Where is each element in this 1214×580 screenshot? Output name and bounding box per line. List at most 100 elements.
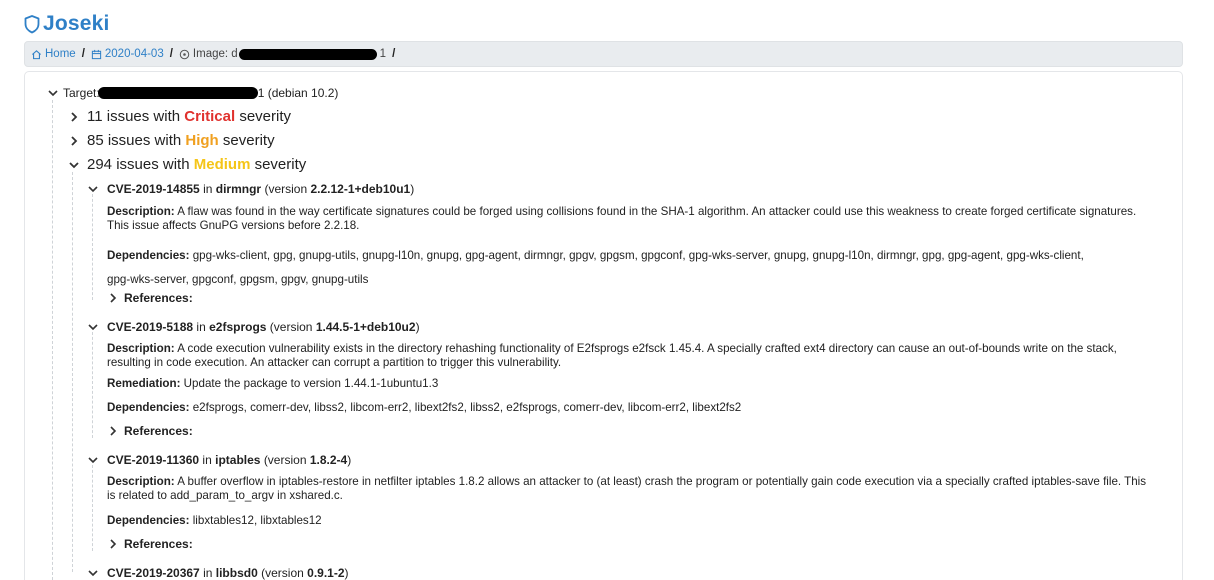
cve-dependencies: Dependencies: e2fsprogs, comerr-dev, lib… bbox=[107, 401, 1152, 415]
calendar-icon bbox=[91, 49, 102, 59]
cve-dependencies: Dependencies: gpg-wks-client, gpg, gnupg… bbox=[107, 244, 1152, 292]
tree-guide bbox=[92, 332, 93, 438]
severity-count: 11 issues with bbox=[87, 108, 181, 125]
dependencies-label: Dependencies: bbox=[107, 514, 190, 527]
chevron-down-icon[interactable] bbox=[47, 87, 59, 99]
description-text: A code execution vulnerability exists in… bbox=[107, 342, 1117, 369]
tree-guide bbox=[92, 194, 93, 300]
cve-remediation: Remediation: Update the package to versi… bbox=[107, 377, 1152, 391]
references-label: References: bbox=[124, 537, 193, 551]
app-title[interactable]: Joseki bbox=[43, 12, 110, 36]
cve-package: libbsd0 bbox=[215, 566, 258, 580]
breadcrumb-image: Image: d 1 bbox=[179, 48, 386, 60]
dependencies-text: gpg-wks-client, gpg, gnupg-utils, gnupg-… bbox=[192, 249, 1084, 262]
severity-group-critical[interactable]: 11 issues with Critical severity bbox=[68, 108, 291, 125]
chevron-down-icon[interactable] bbox=[87, 567, 99, 579]
tree-guide bbox=[72, 172, 73, 572]
breadcrumb-home[interactable]: Home bbox=[31, 48, 76, 60]
breadcrumb-date[interactable]: 2020-04-03 bbox=[91, 48, 164, 60]
cve-version-suffix: ) bbox=[347, 453, 352, 467]
breadcrumb-separator: / bbox=[169, 48, 173, 60]
severity-level-critical: Critical bbox=[184, 108, 236, 125]
cve-id: CVE-2019-20367 bbox=[107, 566, 200, 580]
description-text: A flaw was found in the way certificate … bbox=[107, 205, 1137, 232]
chevron-right-icon[interactable] bbox=[107, 292, 119, 304]
breadcrumb-separator: / bbox=[392, 48, 396, 60]
chevron-right-icon[interactable] bbox=[107, 425, 119, 437]
chevron-down-icon[interactable] bbox=[87, 454, 99, 466]
description-label: Description: bbox=[107, 342, 175, 355]
cve-in-text: in bbox=[203, 566, 213, 580]
app-header: Joseki bbox=[24, 12, 110, 36]
redaction-mark bbox=[238, 48, 377, 60]
chevron-right-icon[interactable] bbox=[107, 538, 119, 550]
cve-version-suffix: ) bbox=[415, 320, 420, 334]
cve-version: 0.9.1-2 bbox=[307, 566, 345, 580]
remediation-label: Remediation: bbox=[107, 377, 181, 390]
severity-level-high: High bbox=[185, 132, 219, 149]
breadcrumb-home-label: Home bbox=[45, 48, 76, 60]
cve-item-header[interactable]: CVE-2019-11360 in iptables (version 1.8.… bbox=[87, 453, 351, 467]
cve-version: 1.8.2-4 bbox=[309, 453, 348, 467]
cve-package: dirmngr bbox=[215, 182, 262, 196]
tree-guide bbox=[52, 100, 53, 580]
target-row[interactable]: Target: 1 (debian 10.2) bbox=[47, 86, 338, 100]
cve-version-prefix: (version bbox=[264, 182, 308, 196]
cve-id: CVE-2019-11360 bbox=[107, 453, 200, 467]
cve-id: CVE-2019-14855 bbox=[107, 182, 200, 196]
description-text: A buffer overflow in iptables-restore in… bbox=[107, 475, 1147, 502]
target-suffix: 1 (debian 10.2) bbox=[257, 86, 339, 100]
references-toggle[interactable]: References: bbox=[107, 291, 193, 305]
cve-item-header[interactable]: CVE-2019-5188 in e2fsprogs (version 1.44… bbox=[87, 320, 420, 334]
references-label: References: bbox=[124, 424, 193, 438]
cve-item-header[interactable]: CVE-2019-14855 in dirmngr (version 2.2.1… bbox=[87, 182, 414, 196]
description-label: Description: bbox=[107, 475, 175, 488]
cve-item-header[interactable]: CVE-2019-20367 in libbsd0 (version 0.9.1… bbox=[87, 566, 349, 580]
cve-version-prefix: (version bbox=[263, 453, 307, 467]
breadcrumb-image-label: Image: d bbox=[192, 48, 238, 60]
chevron-down-icon[interactable] bbox=[87, 183, 99, 195]
severity-group-medium[interactable]: 294 issues with Medium severity bbox=[68, 156, 306, 173]
cve-dependencies: Dependencies: libxtables12, libxtables12 bbox=[107, 514, 1152, 528]
breadcrumb: Home / 2020-04-03 / Image: d 1 / bbox=[24, 41, 1183, 67]
home-icon bbox=[32, 49, 41, 59]
cve-package: e2fsprogs bbox=[209, 320, 267, 334]
remediation-text: Update the package to version 1.44.1-1ub… bbox=[183, 377, 439, 390]
breadcrumb-date-label: 2020-04-03 bbox=[104, 48, 164, 60]
description-label: Description: bbox=[107, 205, 175, 218]
cve-version-suffix: ) bbox=[410, 182, 415, 196]
severity-count: 294 issues with bbox=[87, 156, 190, 173]
cve-version: 2.2.12-1+deb10u1 bbox=[310, 182, 411, 196]
chevron-down-icon[interactable] bbox=[68, 159, 80, 171]
cve-version-prefix: (version bbox=[269, 320, 313, 334]
cve-description: Description: A buffer overflow in iptabl… bbox=[107, 475, 1152, 503]
shield-icon bbox=[24, 14, 40, 33]
cve-in-text: in bbox=[203, 182, 213, 196]
cve-version-prefix: (version bbox=[261, 566, 304, 580]
breadcrumb-separator: / bbox=[81, 48, 85, 60]
cve-version-suffix: ) bbox=[344, 566, 349, 580]
references-toggle[interactable]: References: bbox=[107, 424, 193, 438]
dependencies-label: Dependencies: bbox=[107, 401, 190, 414]
chevron-right-icon[interactable] bbox=[68, 135, 80, 147]
severity-suffix: severity bbox=[239, 108, 291, 125]
chevron-right-icon[interactable] bbox=[68, 111, 80, 123]
dependencies-text-cont: gpg-wks-server, gpgconf, gpgsm, gpgv, gn… bbox=[107, 273, 369, 286]
severity-group-high[interactable]: 85 issues with High severity bbox=[68, 132, 275, 149]
redaction-mark bbox=[97, 87, 258, 99]
dependencies-label: Dependencies: bbox=[107, 249, 190, 262]
chevron-down-icon[interactable] bbox=[87, 321, 99, 333]
target-prefix: Target: bbox=[63, 86, 100, 100]
references-toggle[interactable]: References: bbox=[107, 537, 193, 551]
cve-version: 1.44.5-1+deb10u2 bbox=[315, 320, 416, 334]
severity-count: 85 issues with bbox=[87, 132, 182, 149]
references-label: References: bbox=[124, 291, 193, 305]
results-panel: Target: 1 (debian 10.2) 11 issues with C… bbox=[24, 71, 1183, 580]
cve-package: iptables bbox=[215, 453, 261, 467]
breadcrumb-image-tail: 1 bbox=[379, 48, 387, 60]
cve-in-text: in bbox=[202, 453, 212, 467]
severity-suffix: severity bbox=[254, 156, 307, 173]
tree-guide bbox=[92, 465, 93, 551]
dependencies-text: libxtables12, libxtables12 bbox=[192, 514, 322, 527]
severity-level-medium: Medium bbox=[193, 156, 251, 173]
